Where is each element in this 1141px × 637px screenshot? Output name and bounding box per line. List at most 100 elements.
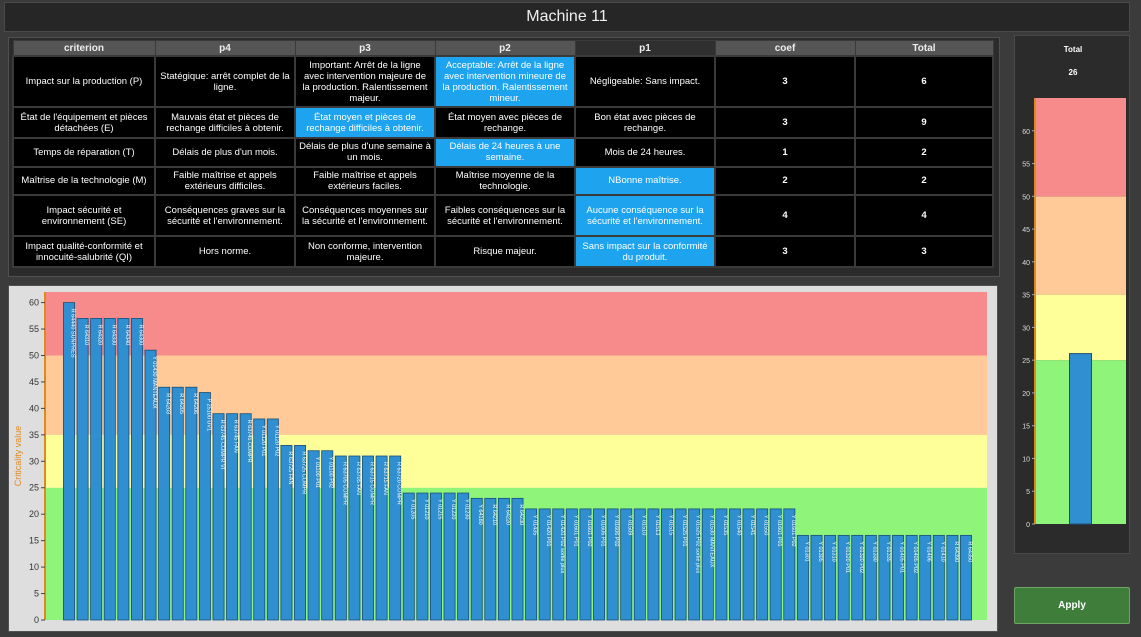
- gauge-y-tick-label: 5: [1026, 489, 1030, 496]
- bar-category-label: R 64310: [83, 324, 89, 345]
- bar[interactable]: [90, 318, 103, 621]
- level-cell-p3[interactable]: Non conforme, intervention majeure.: [294, 235, 436, 268]
- gauge-zone-yellow: [1035, 294, 1126, 361]
- level-cell-p3[interactable]: Délais de plus d'une semaine à un mois.: [294, 136, 436, 168]
- y-tick-label: 5: [34, 589, 39, 599]
- bar[interactable]: [103, 318, 116, 621]
- level-cell-p2[interactable]: Risque majeur.: [434, 235, 576, 268]
- level-cell-p2[interactable]: Maîtrise moyenne de la technologie.: [434, 165, 576, 197]
- bar[interactable]: [185, 386, 198, 621]
- level-cell-p4[interactable]: Hors norme.: [154, 235, 296, 268]
- bar-category-label: Y 01541: [749, 515, 755, 535]
- bar-category-label: R 63720 COMPR: [396, 462, 402, 505]
- y-tick-label: 15: [29, 536, 39, 546]
- gauge-y-tick-label: 15: [1022, 424, 1030, 431]
- level-cell-p4[interactable]: Mauvais état et pièces de rechange diffi…: [154, 106, 296, 139]
- level-cell-p2[interactable]: Délais de 24 heures à une semaine.: [434, 136, 576, 168]
- criterion-cell: Impact sur la production (P): [12, 54, 156, 109]
- window-title: Machine 11: [4, 2, 1130, 32]
- level-cell-p3[interactable]: Faible maîtrise et appels extérieurs fac…: [294, 165, 436, 197]
- bar-category-label: R 64350: [967, 541, 973, 562]
- bar-category-label: Y 01550: [763, 515, 769, 535]
- y-tick-label: 20: [29, 509, 39, 519]
- level-cell-p2[interactable]: Acceptable: Arrêt de la ligne avec inter…: [434, 54, 576, 109]
- bar-category-label: R 63725 COMPR: [301, 451, 307, 494]
- bar-category-label: R 64320: [97, 324, 103, 345]
- bar-category-label: Y 01120 P02: [273, 425, 279, 456]
- criticality-chart-panel: 0 5 10 15 20 25 30 35 40 45 50 55 60 Criticality valu…: [8, 285, 998, 632]
- column-header-criterion[interactable]: criterion: [12, 40, 156, 57]
- y-tick-label: 35: [29, 430, 39, 440]
- column-header-coef[interactable]: coef: [714, 40, 856, 57]
- bar-category-label: Y 01230: [464, 499, 470, 519]
- bar-category-label: R 63745 COMPR VI: [219, 420, 225, 470]
- bar-category-label: Y 01535: [722, 515, 728, 535]
- level-cell-p2[interactable]: Faibles conséquences sur la sécurité et …: [434, 194, 576, 238]
- criticality-bar-chart: 0 5 10 15 20 25 30 35 40 45 50 55 60 Criticality valu…: [9, 286, 997, 631]
- bar-category-label: Y 01601 P02: [790, 515, 796, 547]
- bar-category-label: Y 01330: [871, 541, 877, 561]
- bar-category-label: Y 01320 P02: [858, 541, 864, 573]
- level-cell-p1[interactable]: Sans impact sur la conformité du produit…: [574, 235, 716, 268]
- y-tick-label: 45: [29, 377, 39, 387]
- level-cell-p4[interactable]: Faible maîtrise et appels extérieurs dif…: [154, 165, 296, 197]
- level-cell-p1[interactable]: Bon état avec pièces de rechange.: [574, 106, 716, 139]
- bar-category-label: Y 01606 P01: [600, 515, 606, 547]
- bar[interactable]: [171, 386, 184, 621]
- column-header-total[interactable]: Total: [854, 40, 994, 57]
- bar-category-label: R 64220: [504, 504, 510, 525]
- bar-category-label: Y 01215: [436, 499, 442, 519]
- bar-category-label: Y 01301: [803, 541, 809, 561]
- bar-category-label: R 64390: [953, 541, 959, 562]
- y-tick-label: 40: [29, 403, 39, 413]
- criterion-cell: Impact sécurité et environnement (SE): [12, 194, 156, 238]
- level-cell-p1[interactable]: NBonne maîtrise.: [574, 165, 716, 197]
- bar-category-label: Y 01220: [450, 499, 456, 519]
- bar-category-label: Y 01430 MANTEAUX: [151, 356, 157, 409]
- level-cell-p4[interactable]: Conséquences graves sur la sécurité et l…: [154, 194, 296, 238]
- column-header-p4[interactable]: p4: [154, 40, 296, 57]
- gauge-zone-red: [1035, 98, 1126, 197]
- bar-category-label: R 63715 FAN: [382, 462, 388, 495]
- level-cell-p3[interactable]: Important: Arrêt de la ligne avec interv…: [294, 54, 436, 109]
- table-row: Impact sécurité et environnement (SE) Con…: [12, 194, 994, 238]
- bar-category-label: R 63745 COMPR: [246, 420, 252, 463]
- column-header-p1[interactable]: p1: [574, 40, 716, 57]
- bar-category-label: R 63725 FAN: [287, 451, 293, 484]
- y-tick-label: 50: [29, 350, 39, 360]
- coef-cell: 2: [714, 165, 856, 197]
- bar[interactable]: [76, 318, 89, 621]
- level-cell-p3[interactable]: Conséquences moyennes sur la sécurité et…: [294, 194, 436, 238]
- level-cell-p2[interactable]: État moyen avec pièces de rechange.: [434, 106, 576, 139]
- bar[interactable]: [130, 318, 143, 621]
- y-tick-label: 55: [29, 324, 39, 334]
- level-cell-p1[interactable]: Aucune conséquence sur la sécurité et l'…: [574, 194, 716, 238]
- level-cell-p3[interactable]: État moyen et pièces de rechange diffici…: [294, 106, 436, 139]
- bar-category-label: R 64206: [192, 393, 198, 414]
- bar-category-label: Y 01420 P01: [545, 515, 551, 547]
- bar-category-label: R 64230: [518, 504, 524, 525]
- y-axis-label: Criticality value: [13, 426, 23, 487]
- bar-category-label: Y 01530 MANTEAUX: [708, 515, 714, 568]
- table-row: Impact qualité-conformité et innocuité-s…: [12, 235, 994, 268]
- apply-button[interactable]: Apply: [1014, 587, 1130, 624]
- bar-category-label: Y 01601 P02: [586, 515, 592, 547]
- column-header-p3[interactable]: p3: [294, 40, 436, 57]
- level-cell-p4[interactable]: Délais de plus d'un mois.: [154, 136, 296, 168]
- level-cell-p1[interactable]: Mois de 24 heures.: [574, 136, 716, 168]
- bar-category-label: Y 01205: [409, 499, 415, 519]
- y-tick-label: 60: [29, 298, 39, 308]
- bar[interactable]: [117, 318, 130, 621]
- bar-category-label: R 64203: [165, 393, 171, 414]
- bar-category-label: Y 01525 P01: [681, 515, 687, 547]
- column-header-p2[interactable]: p2: [434, 40, 576, 57]
- level-cell-p4[interactable]: Statégique: arrêt complet de la ligne.: [154, 54, 296, 109]
- gauge-y-tick-label: 55: [1022, 162, 1030, 169]
- bar-category-label: Y 01320 P01: [844, 541, 850, 573]
- total-cell: 4: [854, 194, 994, 238]
- table-row: Temps de réparation (T) Délais de plus d'…: [12, 136, 994, 168]
- level-cell-p1[interactable]: Négligeable: Sans impact.: [574, 54, 716, 109]
- bar[interactable]: [158, 386, 171, 621]
- bar-category-label: Y 01601 P01: [776, 515, 782, 547]
- coef-cell: 4: [714, 194, 856, 238]
